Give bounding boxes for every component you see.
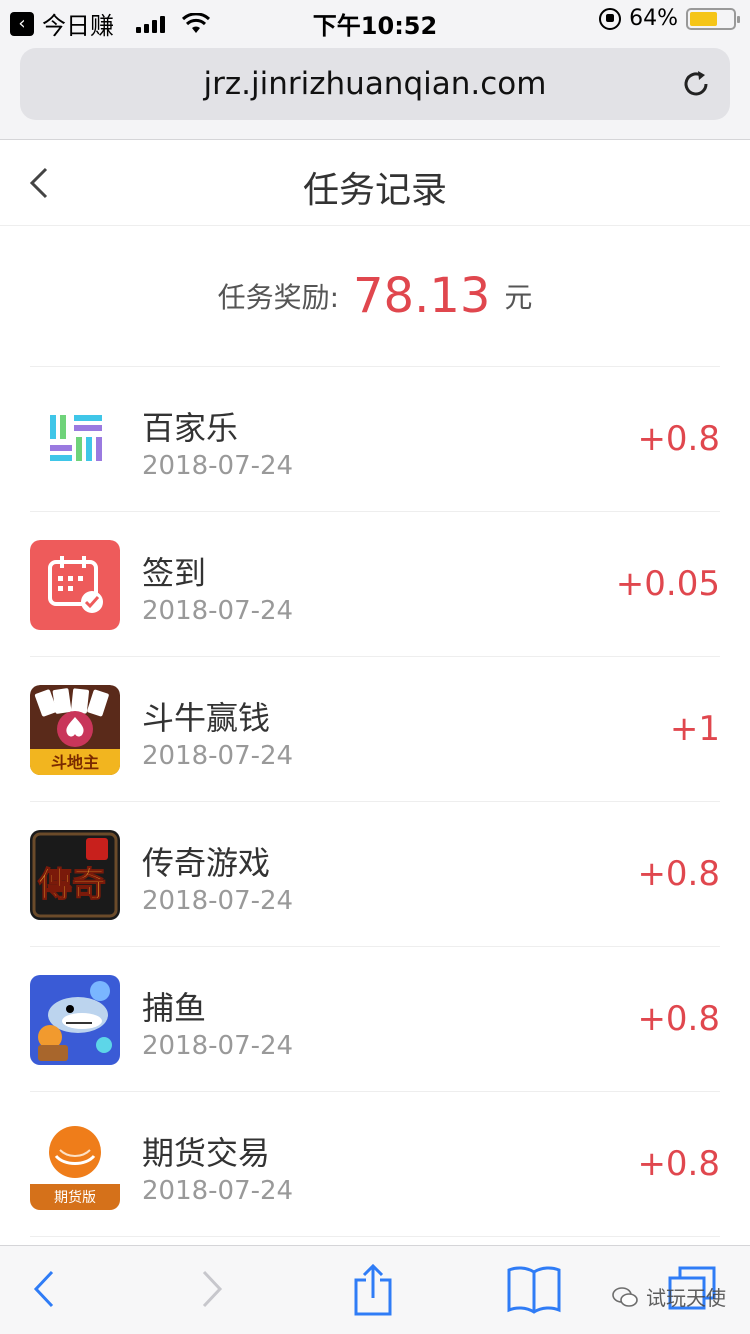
task-amount: +1	[669, 709, 720, 749]
status-bar: ‹ 今日赚 下午10:52 64%	[0, 0, 750, 40]
task-row[interactable]: 签到 2018-07-24 +0.05	[30, 512, 720, 657]
calendar-checkin-icon	[30, 540, 120, 630]
status-right: 64%	[599, 6, 740, 31]
task-row[interactable]: 傳奇 传奇游戏 2018-07-24 +0.8	[30, 802, 720, 947]
reload-icon[interactable]	[680, 68, 712, 100]
task-date: 2018-07-24	[142, 451, 294, 481]
task-row[interactable]: 百家乐 2018-07-24 +0.8	[30, 367, 720, 512]
task-amount: +0.8	[637, 999, 720, 1039]
task-name: 捕鱼	[142, 989, 207, 1027]
task-row[interactable]: 斗地主 斗牛赢钱 2018-07-24 +1	[30, 657, 720, 802]
url-text[interactable]: jrz.jinrizhuanqian.com	[204, 66, 547, 102]
task-amount: +0.8	[637, 1144, 720, 1184]
task-row[interactable]: 捕鱼 2018-07-24 +0.8	[30, 947, 720, 1092]
task-name: 期货交易	[142, 1134, 271, 1172]
browser-forward-icon[interactable]	[196, 1264, 226, 1314]
futures-app-icon: 期货版	[30, 1120, 120, 1210]
task-date: 2018-07-24	[142, 596, 294, 626]
reward-unit: 元	[504, 281, 533, 314]
page-header: 任务记录	[0, 141, 750, 226]
legend-game-icon: 傳奇	[30, 830, 120, 920]
battery-icon	[686, 7, 740, 30]
baijiale-app-icon	[30, 395, 120, 485]
address-bar[interactable]: jrz.jinrizhuanqian.com	[20, 48, 730, 120]
task-date: 2018-07-24	[142, 1176, 294, 1206]
browser-address-area: jrz.jinrizhuanqian.com	[0, 40, 750, 140]
watermark: 试玩天使	[612, 1282, 726, 1311]
task-name: 百家乐	[142, 409, 239, 447]
bookmarks-icon[interactable]	[506, 1264, 562, 1314]
poker-icon-text: 斗地主	[51, 753, 99, 772]
task-amount: +0.8	[637, 854, 720, 894]
browser-back-icon[interactable]	[28, 1264, 58, 1314]
rotation-lock-icon	[599, 7, 622, 30]
battery-percentage: 64%	[629, 6, 678, 31]
task-name: 签到	[142, 554, 207, 592]
task-date: 2018-07-24	[142, 1031, 294, 1061]
task-date: 2018-07-24	[142, 741, 294, 771]
share-icon[interactable]	[350, 1264, 396, 1318]
task-name: 传奇游戏	[142, 844, 271, 882]
futures-icon-text: 期货版	[54, 1189, 96, 1206]
task-amount: +0.05	[615, 564, 720, 604]
reward-summary: 任务奖励: 78.13 元	[0, 226, 750, 366]
watermark-text: 试玩天使	[646, 1286, 726, 1310]
reward-label: 任务奖励:	[217, 281, 339, 314]
page-title: 任务记录	[302, 170, 447, 211]
fishing-game-icon	[30, 975, 120, 1065]
reward-value: 78.13	[353, 268, 491, 324]
legend-icon-text: 傳奇	[37, 865, 106, 905]
task-list: 百家乐 2018-07-24 +0.8 签到 2018-07-24 +0.05	[30, 366, 720, 1237]
task-row[interactable]: 期货版 期货交易 2018-07-24 +0.8	[30, 1092, 720, 1237]
task-amount: +0.8	[637, 419, 720, 459]
task-name: 斗牛赢钱	[142, 699, 271, 737]
poker-game-icon: 斗地主	[30, 685, 120, 775]
battery-level	[690, 11, 717, 26]
wechat-icon	[612, 1286, 638, 1307]
task-date: 2018-07-24	[142, 886, 294, 916]
